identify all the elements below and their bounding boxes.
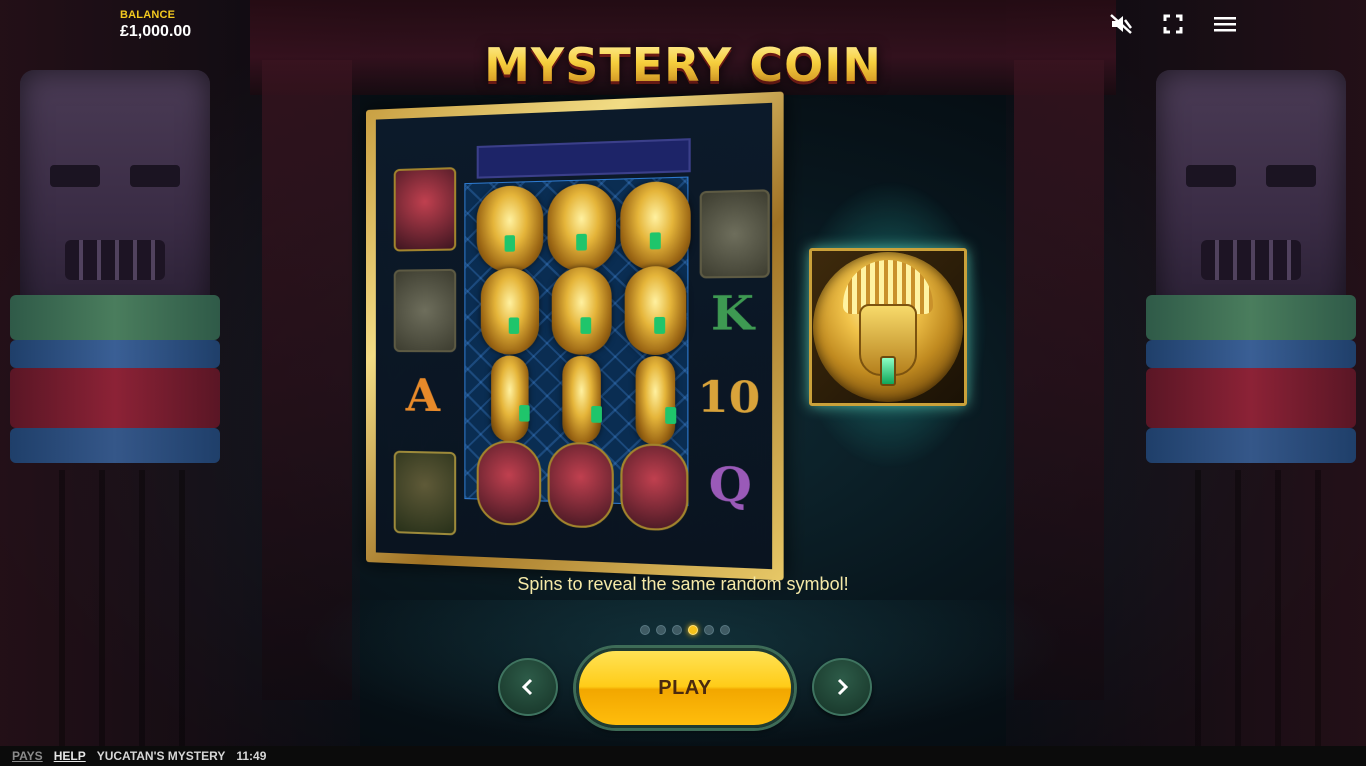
reel-preview: A K 10 Q: [366, 92, 784, 581]
help-link[interactable]: HELP: [54, 749, 86, 763]
mystery-coin-symbol: [548, 183, 616, 272]
page-dot[interactable]: [688, 625, 698, 635]
reel-letter-q: Q: [709, 458, 752, 514]
chevron-right-icon: [834, 678, 850, 696]
reel-header-banner: [477, 138, 691, 178]
reel-letter-a: A: [406, 370, 440, 422]
clock: 11:49: [236, 749, 266, 763]
balance-display: BALANCE £1,000.00: [120, 9, 191, 41]
reel-letter-10: 10: [697, 372, 760, 423]
previous-page-button[interactable]: [498, 658, 558, 716]
page-dot[interactable]: [720, 625, 730, 635]
pays-link[interactable]: PAYS: [12, 749, 43, 763]
totem-right: [1146, 30, 1356, 746]
warrior-coin-symbol: [548, 442, 614, 529]
feature-title: MYSTERY COIN: [0, 38, 1366, 92]
stone-glyph-symbol: [700, 189, 770, 278]
page-indicator: [640, 625, 730, 635]
feature-caption: Spins to reveal the same random symbol!: [0, 574, 1366, 595]
warrior-coin-symbol: [477, 440, 542, 526]
chevron-left-icon: [520, 678, 536, 696]
page-dot[interactable]: [672, 625, 682, 635]
mystery-coin-symbol: [491, 355, 528, 442]
top-controls: [1108, 12, 1238, 36]
next-page-button[interactable]: [812, 658, 872, 716]
totem-left: [10, 30, 220, 746]
mystery-coin-symbol: [481, 268, 539, 355]
stone-glyph-symbol: [394, 269, 456, 352]
mystery-coin-symbol: [636, 356, 676, 445]
mystery-coin-symbol: [477, 185, 544, 273]
mystery-coin-large: [809, 248, 967, 406]
fullscreen-icon[interactable]: [1160, 12, 1186, 36]
reel-letter-k: K: [711, 287, 754, 342]
warrior-coin-symbol: [620, 443, 688, 532]
mystery-coin-symbol: [625, 266, 687, 355]
olmec-head-symbol: [394, 451, 456, 536]
page-dot[interactable]: [656, 625, 666, 635]
mystery-coin-symbol: [620, 181, 690, 271]
footer-bar: PAYS HELP YUCATAN'S MYSTERY 11:49: [0, 746, 1366, 766]
mystery-coin-symbol: [552, 267, 612, 355]
balance-label: BALANCE: [120, 9, 191, 21]
hamburger-menu-icon[interactable]: [1212, 12, 1238, 36]
mystery-coin-symbol: [562, 356, 601, 444]
warrior-symbol: [394, 167, 456, 251]
page-dot[interactable]: [704, 625, 714, 635]
sound-muted-icon[interactable]: [1108, 12, 1134, 36]
play-button[interactable]: PLAY: [576, 648, 794, 728]
page-dot[interactable]: [640, 625, 650, 635]
game-name: YUCATAN'S MYSTERY: [97, 749, 226, 763]
